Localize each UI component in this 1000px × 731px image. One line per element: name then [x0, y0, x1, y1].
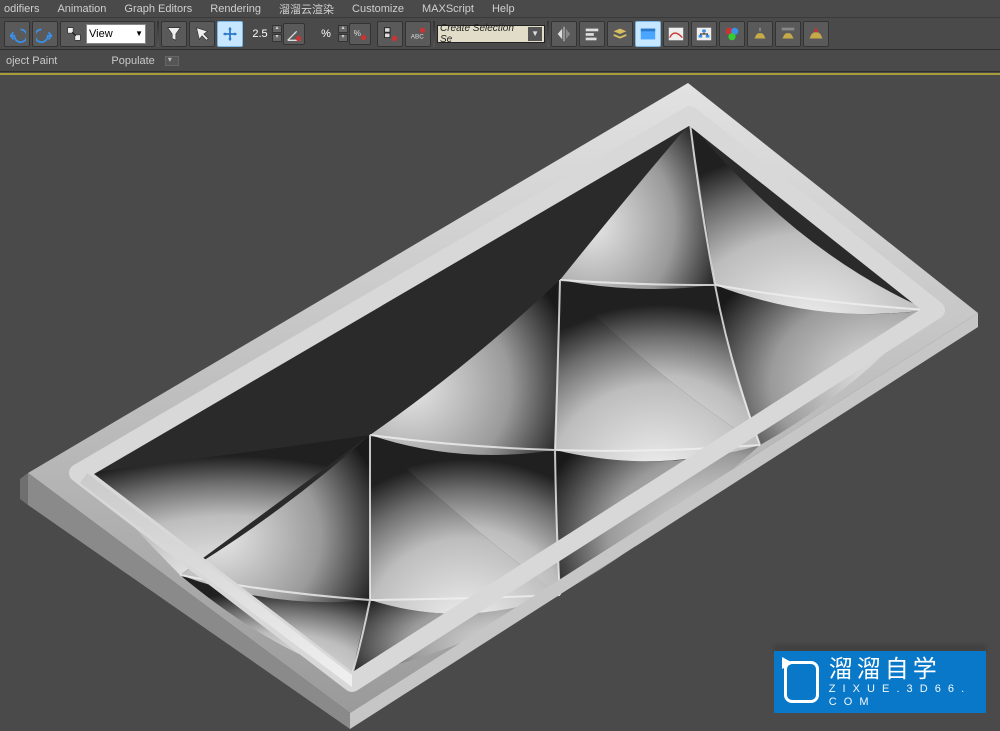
ribbon-populate[interactable]: Populate [111, 55, 154, 67]
viewport[interactable]: 溜溜自学 Z I X U E . 3 D 6 6 . C O M [0, 73, 1000, 731]
percent-label: % [315, 28, 337, 40]
select-filter-button[interactable] [161, 21, 187, 47]
watermark-title: 溜溜自学 [829, 656, 976, 684]
ribbon-dropdown[interactable] [165, 56, 179, 66]
viewport-3d-model [0, 75, 1000, 731]
layer-manager-button[interactable] [607, 21, 633, 47]
render-production-button[interactable] [803, 21, 829, 47]
menu-help[interactable]: Help [492, 3, 515, 15]
chevron-down-icon: ▼ [528, 27, 542, 41]
separator [547, 21, 549, 47]
angle-snap-button[interactable] [283, 23, 305, 45]
align-button[interactable] [579, 21, 605, 47]
snap-spinner[interactable]: ▴▾ [272, 25, 282, 42]
watermark-badge: 溜溜自学 Z I X U E . 3 D 6 6 . C O M [774, 651, 986, 713]
menu-modifiers[interactable]: odifiers [4, 3, 39, 15]
watermark-subtitle: Z I X U E . 3 D 6 6 . C O M [829, 683, 976, 708]
link-button[interactable]: View ▼ [60, 21, 155, 47]
percent-snap-group: % ▴▾ % [311, 21, 375, 47]
chevron-down-icon: ▼ [135, 29, 143, 38]
menu-liuliu-render[interactable]: 溜溜云渲染 [279, 1, 334, 17]
named-selection-placeholder: Create Selection Se [440, 23, 528, 45]
play-icon [784, 661, 819, 703]
select-object-button[interactable] [189, 21, 215, 47]
menu-animation[interactable]: Animation [57, 3, 106, 15]
percent-spinner[interactable]: ▴▾ [338, 25, 348, 42]
svg-text:ABC: ABC [411, 33, 424, 40]
menu-customize[interactable]: Customize [352, 3, 404, 15]
schematic-view-button[interactable] [691, 21, 717, 47]
menubar: odifiers Animation Graph Editors Renderi… [0, 0, 1000, 18]
menu-rendering[interactable]: Rendering [210, 3, 261, 15]
menu-graph-editors[interactable]: Graph Editors [124, 3, 192, 15]
select-and-move-button[interactable] [217, 21, 243, 47]
separator [433, 21, 435, 47]
svg-text:%: % [354, 28, 361, 37]
separator [157, 21, 159, 47]
snap-value: 2.5 [249, 28, 271, 40]
main-toolbar: View ▼ 2.5 ▴▾ % ▴▾ % ABC Create Selectio… [0, 18, 1000, 50]
toggle-ribbon-button[interactable] [635, 21, 661, 47]
render-setup-button[interactable] [747, 21, 773, 47]
menu-maxscript[interactable]: MAXScript [422, 3, 474, 15]
named-selection-dropdown[interactable]: Create Selection Se ▼ [437, 25, 545, 43]
reference-system-dropdown[interactable]: View ▼ [86, 24, 146, 44]
percent-snap-button[interactable]: % [349, 23, 371, 45]
reference-system-value: View [89, 28, 113, 40]
ribbon-bar: oject Paint Populate [0, 50, 1000, 72]
material-editor-button[interactable] [719, 21, 745, 47]
redo-button[interactable] [32, 21, 58, 47]
undo-button[interactable] [4, 21, 30, 47]
angle-snap-group: 2.5 ▴▾ [245, 21, 309, 47]
mirror-button[interactable] [551, 21, 577, 47]
spinner-snap-button[interactable] [377, 21, 403, 47]
rendered-frame-button[interactable] [775, 21, 801, 47]
curve-editor-button[interactable] [663, 21, 689, 47]
abc-snap-button[interactable]: ABC [405, 21, 431, 47]
ribbon-object-paint[interactable]: oject Paint [6, 55, 57, 67]
